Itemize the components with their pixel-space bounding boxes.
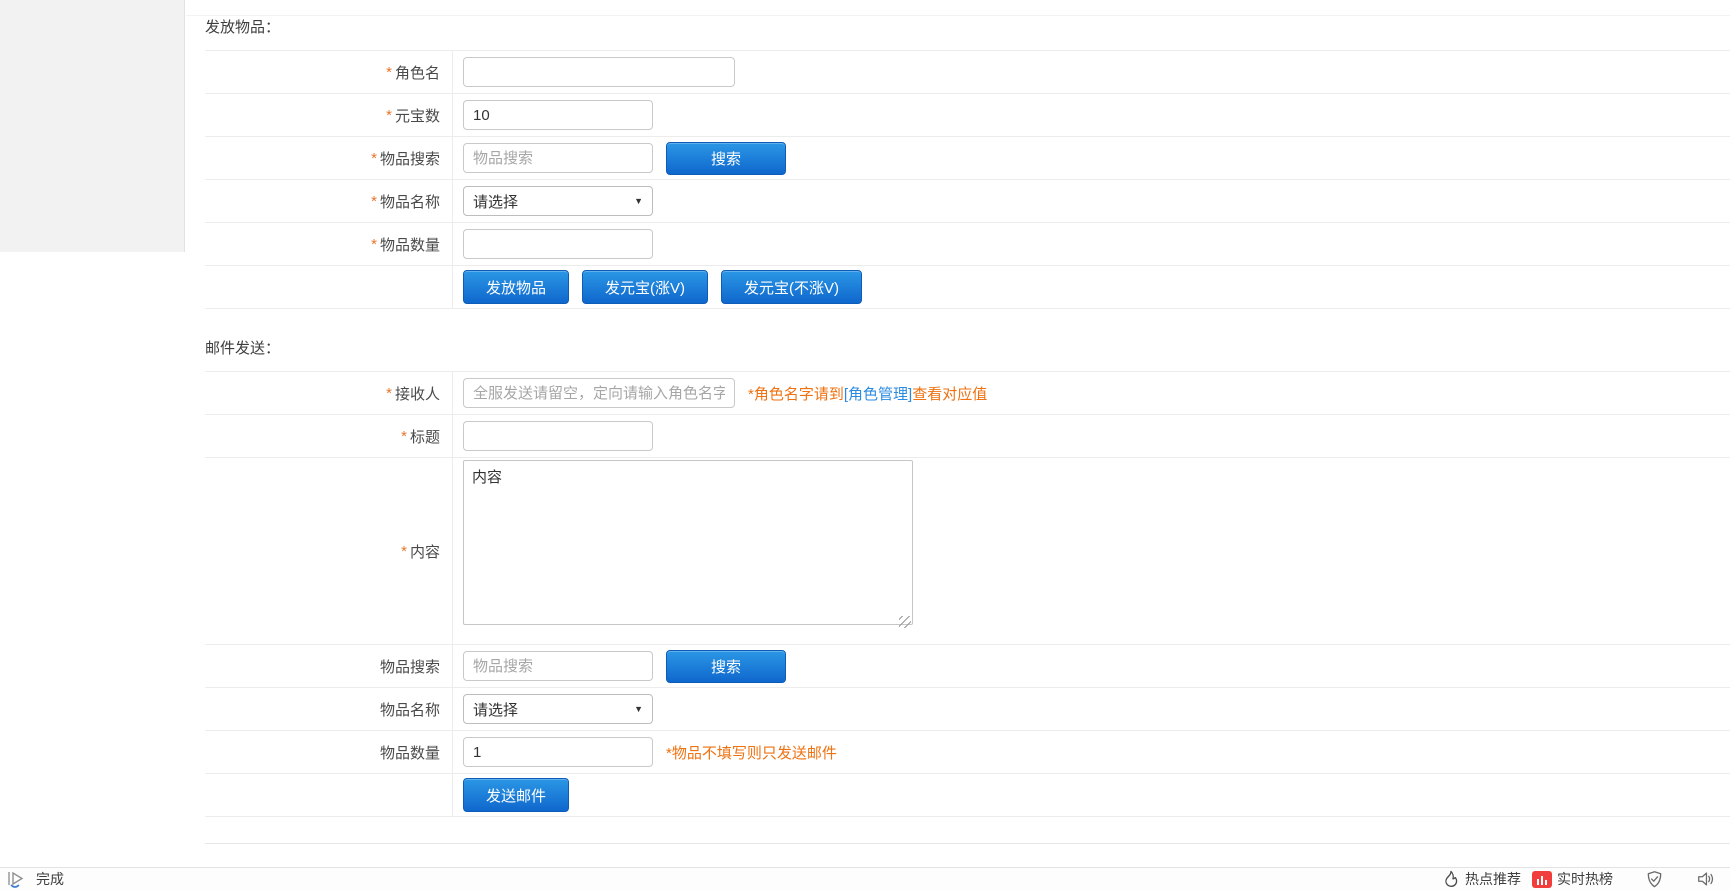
give-section-title: 发放物品： [205, 16, 1730, 37]
required-asterisk: * [401, 543, 407, 560]
receiver-hint: *角色名字请到[角色管理]查看对应值 [748, 383, 987, 404]
shield-check-icon[interactable] [1645, 870, 1664, 889]
empty-label-cell [205, 266, 453, 308]
realtime-hot-item[interactable]: 实时热榜 [1532, 869, 1613, 889]
flame-icon [1441, 870, 1460, 889]
yuanbao-label-text: 元宝数 [395, 105, 440, 126]
hot-recommend-label: 热点推荐 [1465, 869, 1521, 889]
send-mail-button[interactable]: 发送邮件 [463, 778, 569, 812]
form-row-mail-actions: 发送邮件 [205, 774, 1730, 817]
mail-item-search-label: 物品搜索 [205, 645, 453, 687]
mail-item-search-button[interactable]: 搜索 [666, 650, 786, 683]
form-row-role-name: * 角色名 [205, 51, 1730, 94]
give-item-button[interactable]: 发放物品 [463, 270, 569, 304]
form-row-item-search: * 物品搜索 搜索 [205, 137, 1730, 180]
yuanbao-input[interactable] [463, 100, 653, 130]
status-bar: 完成 热点推荐 实时热榜 [0, 867, 1730, 890]
resize-grip-icon[interactable] [899, 616, 911, 628]
admin-page: 发放物品： * 角色名 * 元宝数 [0, 0, 1730, 890]
give-items-form: * 角色名 * 元宝数 * 物品搜索 [205, 50, 1730, 309]
role-name-label-text: 角色名 [395, 62, 440, 83]
item-search-label: * 物品搜索 [205, 137, 453, 179]
form-row-yuanbao: * 元宝数 [205, 94, 1730, 137]
page-status-icon [6, 870, 28, 888]
role-name-label: * 角色名 [205, 51, 453, 93]
item-name-select-value: 请选择 [473, 191, 518, 212]
hot-recommend-item[interactable]: 热点推荐 [1441, 869, 1521, 889]
item-search-label-text: 物品搜索 [380, 148, 440, 169]
mail-item-name-label-text: 物品名称 [380, 699, 440, 720]
mail-item-qty-label: 物品数量 [205, 731, 453, 773]
mail-item-qty-label-text: 物品数量 [380, 742, 440, 763]
form-row-mail-item-name: 物品名称 请选择 ▼ [205, 688, 1730, 731]
form-row-give-actions: 发放物品 发元宝(涨V) 发元宝(不涨V) [205, 266, 1730, 309]
receiver-hint-suffix: 查看对应值 [912, 386, 987, 403]
form-row-content: * 内容 内容 [205, 458, 1730, 645]
required-asterisk: * [371, 236, 377, 253]
speaker-icon[interactable] [1696, 870, 1716, 888]
content-label-text: 内容 [410, 541, 440, 562]
item-search-input[interactable] [463, 143, 653, 173]
left-sidebar [0, 0, 185, 252]
content-textarea-wrap: 内容 [463, 460, 913, 630]
required-asterisk: * [386, 64, 392, 81]
receiver-input[interactable] [463, 378, 735, 408]
realtime-hot-label: 实时热榜 [1557, 869, 1613, 889]
mail-item-qty-input[interactable] [463, 737, 653, 767]
item-qty-input[interactable] [463, 229, 653, 259]
send-mail-form: * 接收人 *角色名字请到[角色管理]查看对应值 * 标题 [205, 371, 1730, 817]
required-asterisk: * [401, 428, 407, 445]
bottom-divider [205, 843, 1730, 844]
yuanbao-label: * 元宝数 [205, 94, 453, 136]
mail-item-search-input[interactable] [463, 651, 653, 681]
subject-label-text: 标题 [410, 426, 440, 447]
required-asterisk: * [386, 107, 392, 124]
give-yuanbao-vip-button[interactable]: 发元宝(涨V) [582, 270, 708, 304]
chevron-down-icon: ▼ [634, 196, 643, 206]
item-name-label: * 物品名称 [205, 180, 453, 222]
main-content: 发放物品： * 角色名 * 元宝数 [205, 0, 1730, 844]
mail-item-search-label-text: 物品搜索 [380, 656, 440, 677]
item-name-select[interactable]: 请选择 ▼ [463, 186, 653, 216]
mail-item-qty-hint: *物品不填写则只发送邮件 [666, 742, 837, 763]
subject-label: * 标题 [205, 415, 453, 457]
form-row-mail-item-search: 物品搜索 搜索 [205, 645, 1730, 688]
mail-item-name-select-value: 请选择 [473, 699, 518, 720]
receiver-hint-prefix: *角色名字请到 [748, 386, 844, 403]
required-asterisk: * [371, 193, 377, 210]
item-qty-label: * 物品数量 [205, 223, 453, 265]
item-name-label-text: 物品名称 [380, 191, 440, 212]
item-qty-label-text: 物品数量 [380, 234, 440, 255]
required-asterisk: * [386, 385, 392, 402]
item-search-button[interactable]: 搜索 [666, 142, 786, 175]
content-label: * 内容 [205, 458, 453, 644]
mail-item-name-label: 物品名称 [205, 688, 453, 730]
give-yuanbao-novip-button[interactable]: 发元宝(不涨V) [721, 270, 862, 304]
chevron-down-icon: ▼ [634, 704, 643, 714]
form-row-mail-item-qty: 物品数量 *物品不填写则只发送邮件 [205, 731, 1730, 774]
form-row-subject: * 标题 [205, 415, 1730, 458]
form-row-item-name: * 物品名称 请选择 ▼ [205, 180, 1730, 223]
form-row-receiver: * 接收人 *角色名字请到[角色管理]查看对应值 [205, 372, 1730, 415]
role-management-link[interactable]: [角色管理] [844, 386, 912, 403]
receiver-label: * 接收人 [205, 372, 453, 414]
empty-label-cell [205, 774, 453, 816]
required-asterisk: * [371, 150, 377, 167]
content-textarea[interactable]: 内容 [463, 460, 913, 625]
receiver-label-text: 接收人 [395, 383, 440, 404]
role-name-input[interactable] [463, 57, 735, 87]
form-row-item-qty: * 物品数量 [205, 223, 1730, 266]
bar-chart-icon [1532, 871, 1552, 888]
subject-input[interactable] [463, 421, 653, 451]
mail-item-name-select[interactable]: 请选择 ▼ [463, 694, 653, 724]
mail-section-title: 邮件发送： [205, 337, 1730, 358]
status-done-text: 完成 [36, 869, 64, 889]
